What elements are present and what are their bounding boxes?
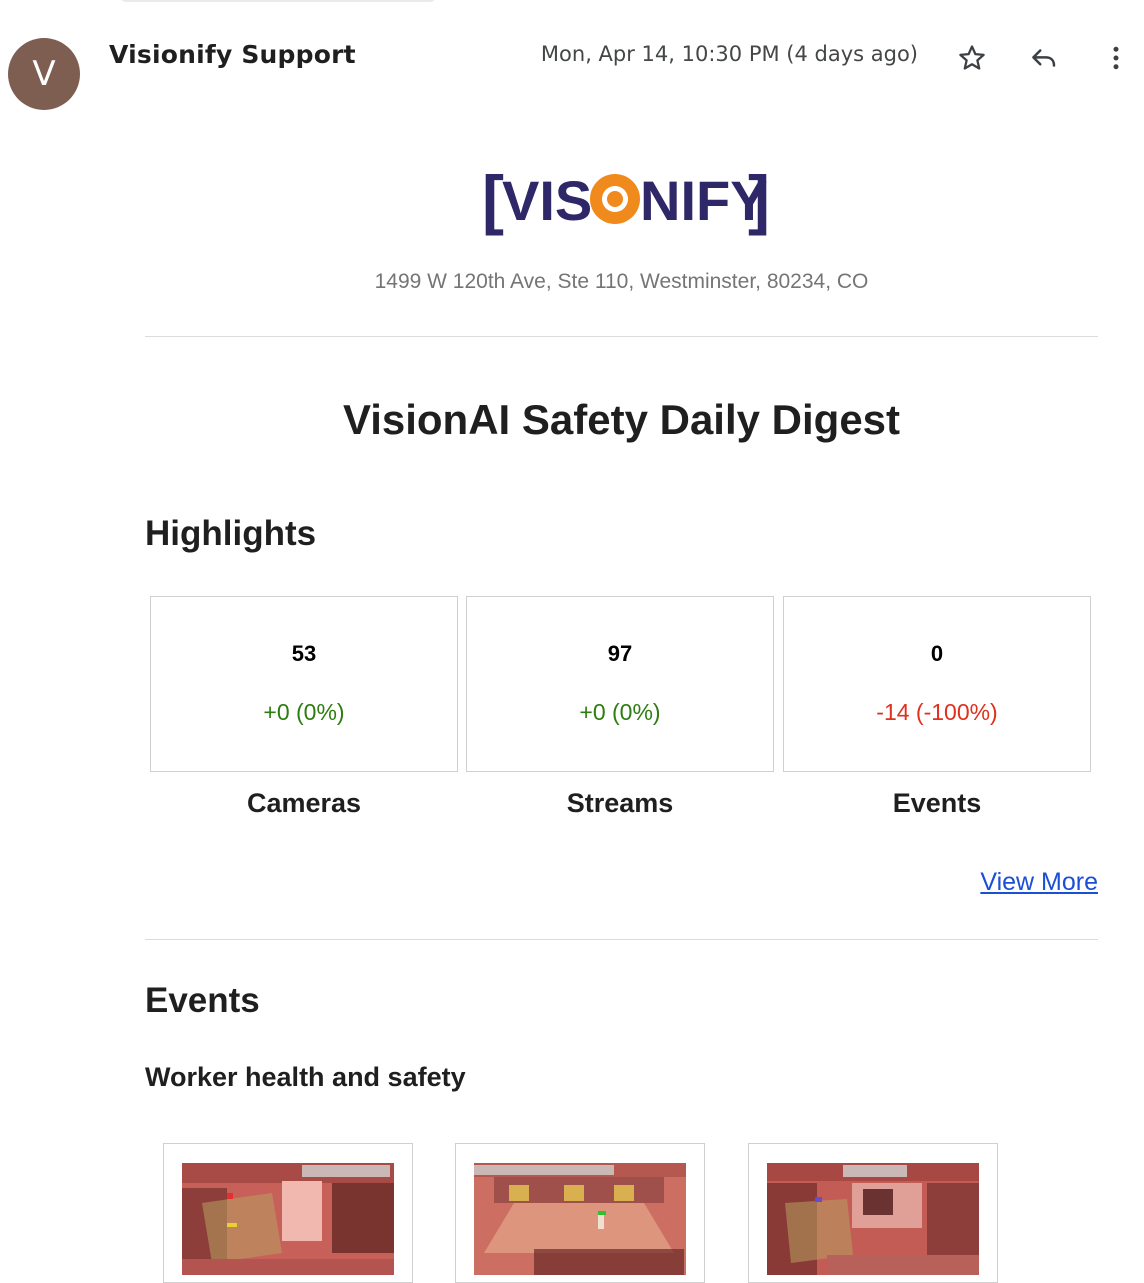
- event-thumbnail-card[interactable]: [455, 1143, 705, 1283]
- visionify-logo: [ VIS NIFY ]: [480, 160, 770, 236]
- svg-text:]: ]: [748, 162, 770, 236]
- divider: [145, 939, 1098, 940]
- svg-text:[: [: [482, 162, 504, 236]
- event-thumbnail-image[interactable]: [182, 1163, 394, 1275]
- event-thumbnail-card[interactable]: [163, 1143, 413, 1283]
- digest-title: VisionAI Safety Daily Digest: [342, 396, 901, 443]
- reply-icon[interactable]: [1024, 38, 1064, 78]
- stat-change: -14 (-100%): [876, 699, 998, 725]
- star-icon[interactable]: [952, 38, 992, 78]
- email-date: Mon, Apr 14, 10:30 PM (4 days ago): [540, 42, 918, 66]
- top-tab-edge: [120, 0, 436, 2]
- stat-value: 97: [607, 641, 633, 666]
- event-thumbnail-image[interactable]: [767, 1163, 979, 1275]
- sender-name[interactable]: Visionify Support: [109, 40, 356, 69]
- event-thumbnail-card[interactable]: [748, 1143, 998, 1283]
- view-more-link[interactable]: View More: [980, 868, 1098, 897]
- stat-box-events: 0 -14 (-100%): [783, 596, 1091, 772]
- more-vert-icon[interactable]: [1096, 38, 1136, 78]
- event-thumbnail-image[interactable]: [474, 1163, 686, 1275]
- stat-value: 0: [930, 641, 944, 666]
- stat-box-streams: 97 +0 (0%): [466, 596, 774, 772]
- stat-change: +0 (0%): [579, 699, 661, 725]
- events-heading: Events: [145, 981, 260, 1020]
- divider: [145, 336, 1098, 337]
- stat-label-cameras: Cameras: [246, 788, 362, 818]
- category-heading: Worker health and safety: [145, 1062, 466, 1092]
- company-address: 1499 W 120th Ave, Ste 110, Westminster, …: [374, 270, 869, 293]
- stat-box-cameras: 53 +0 (0%): [150, 596, 458, 772]
- stat-value: 53: [291, 641, 317, 666]
- stat-label-streams: Streams: [566, 788, 674, 818]
- avatar-letter: V: [32, 54, 56, 94]
- stat-label-events: Events: [892, 788, 982, 818]
- highlights-heading: Highlights: [145, 514, 317, 553]
- logo-text-left: VIS: [502, 169, 592, 232]
- sender-avatar[interactable]: V: [8, 38, 80, 110]
- visionify-logo-graphic: [ VIS NIFY ]: [482, 162, 770, 236]
- stat-change: +0 (0%): [263, 699, 345, 725]
